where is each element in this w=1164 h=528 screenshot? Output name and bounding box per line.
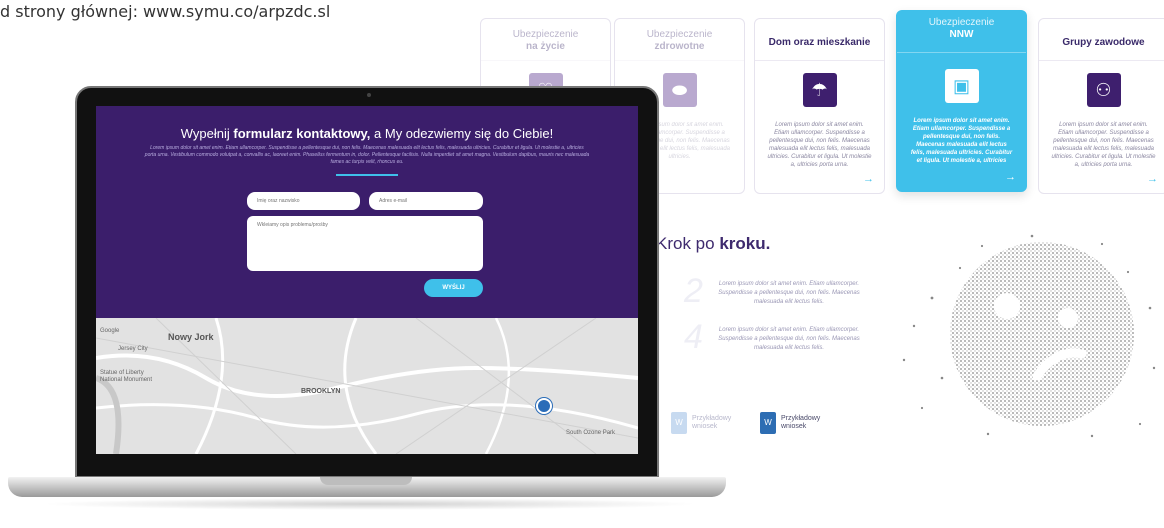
map-poi-label: Statue of Liberty — [100, 370, 144, 376]
map-google-label: Google — [100, 328, 120, 334]
card-title-line2: zdrowotne — [654, 41, 705, 52]
steps-title: Krok po kroku. — [656, 234, 770, 254]
steps-title-normal: Krok po — [656, 234, 720, 253]
card-title-line1: Ubezpieczenie — [928, 17, 995, 28]
pills-icon: ⬬ — [662, 73, 697, 107]
card-title-line2: na życie — [526, 41, 565, 52]
name-input[interactable] — [247, 192, 360, 210]
card-text: Lorem ipsum dolor sit amet enim. Etiam u… — [910, 118, 1013, 163]
message-textarea[interactable] — [247, 216, 483, 271]
document-icon: W — [760, 412, 776, 434]
doc-label-line2: wniosek — [692, 423, 718, 430]
users-icon: ⚇ — [1086, 73, 1121, 107]
card-title-line1: Ubezpieczenie — [512, 29, 579, 40]
form-title-pre: Wypełnij — [180, 126, 234, 141]
laptop-shadow — [40, 498, 700, 510]
form-title-post: a My odezwiemy się do Ciebie! — [370, 126, 554, 141]
card-text: Lorem ipsum dolor sit amet enim. Etiam u… — [1051, 122, 1156, 167]
card-professional-groups[interactable]: Grupy zawodowe ⚇ Lorem ipsum dolor sit a… — [1038, 18, 1164, 194]
steps-title-bold: kroku. — [719, 234, 771, 253]
step-text: Lorem ipsum dolor sit amet enim. Etiam u… — [718, 327, 860, 351]
form-title: Wypełnij formularz kontaktowy, a My odez… — [96, 126, 638, 141]
laptop-screen: Wypełnij formularz kontaktowy, a My odez… — [96, 106, 638, 454]
step-item: 2 Lorem ipsum dolor sit amet enim. Etiam… — [684, 272, 884, 316]
step-item: 4 Lorem ipsum dolor sit amet enim. Etiam… — [684, 318, 884, 362]
step-number: 2 — [684, 272, 703, 310]
crowd-smiley-illustration — [902, 234, 1156, 438]
map-city-label: Nowy Jork — [168, 332, 214, 342]
bus-icon: ▣ — [944, 69, 979, 103]
form-description: Lorem ipsum dolor sit amet enim. Etiam u… — [144, 145, 590, 165]
arrow-right-icon[interactable]: → — [863, 173, 874, 185]
page-caption: d strony głównej: www.symu.co/arpzdc.sl — [0, 2, 331, 21]
step-number: 4 — [684, 318, 703, 356]
arrow-right-icon[interactable]: → — [1005, 171, 1016, 183]
camera-dot — [367, 93, 371, 97]
card-text: Lorem ipsum dolor sit amet enim. Etiam u… — [767, 122, 872, 167]
card-home-insurance[interactable]: Dom oraz mieszkanie ☂ Lorem ipsum dolor … — [754, 18, 885, 194]
send-button[interactable]: WYŚLIJ — [424, 279, 483, 297]
card-accident-insurance[interactable]: Ubezpieczenie NNW ▣ Lorem ipsum dolor sit… — [896, 10, 1027, 192]
location-map[interactable]: Nowy Jork BROOKLYN Google Statue of Libe… — [96, 317, 638, 454]
card-title-line2: NNW — [949, 29, 974, 40]
sample-document-link[interactable]: W Przykładowy wniosek — [760, 412, 860, 438]
contact-form-section: Wypełnij formularz kontaktowy, a My odez… — [96, 106, 638, 318]
doc-label-line1: Przykładowy — [781, 415, 821, 422]
card-title-line1: Ubezpieczenie — [646, 29, 713, 40]
sample-document-link[interactable]: W Przykładowy wniosek — [671, 412, 771, 438]
arrow-right-icon[interactable]: → — [1147, 173, 1158, 185]
card-title: Grupy zawodowe — [1062, 37, 1145, 48]
map-district-label: BROOKLYN — [301, 388, 341, 395]
doc-label-line2: wniosek — [781, 423, 807, 430]
map-pin-icon[interactable] — [536, 398, 552, 414]
doc-label-line1: Przykładowy — [692, 415, 732, 422]
map-poi-label: Jersey City — [118, 346, 148, 352]
laptop-notch — [320, 477, 412, 485]
map-poi-label: National Monument — [100, 377, 153, 383]
card-title: Dom oraz mieszkanie — [768, 37, 871, 48]
email-input[interactable] — [369, 192, 483, 210]
form-title-bold: formularz kontaktowy, — [233, 126, 371, 141]
step-text: Lorem ipsum dolor sit amet enim. Etiam u… — [718, 281, 860, 305]
document-icon: W — [671, 412, 687, 434]
map-poi-label: South Ozone Park — [566, 430, 616, 436]
title-underline — [336, 174, 398, 176]
umbrella-icon: ☂ — [802, 73, 837, 107]
